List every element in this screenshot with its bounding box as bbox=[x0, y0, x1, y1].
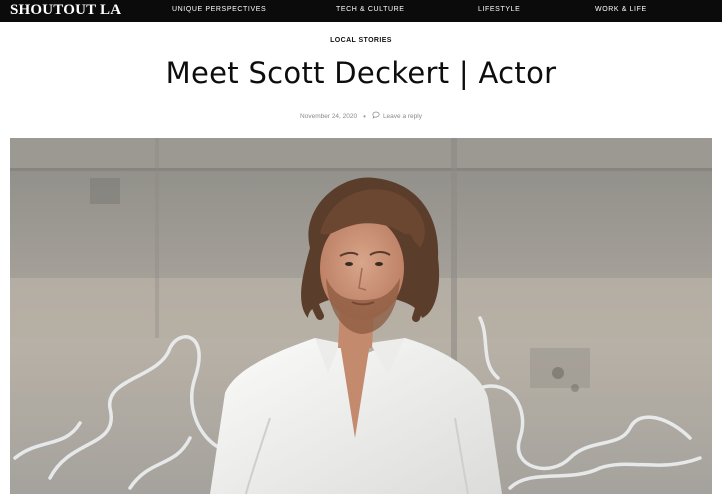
leave-reply-label: Leave a reply bbox=[382, 112, 422, 120]
nav-link-lifestyle[interactable]: LIFESTYLE bbox=[478, 6, 520, 13]
portrait-photo bbox=[10, 138, 712, 494]
nav-link-tech-culture[interactable]: TECH & CULTURE bbox=[336, 6, 405, 13]
article-category-link[interactable]: LOCAL STORIES bbox=[0, 37, 722, 44]
nav-link-unique-perspectives[interactable]: UNIQUE PERSPECTIVES bbox=[172, 6, 266, 13]
site-logo[interactable]: SHOUTOUT LA bbox=[10, 2, 121, 19]
article-date[interactable]: November 24, 2020 bbox=[300, 113, 357, 120]
leave-reply-link[interactable]: Leave a reply bbox=[372, 111, 422, 121]
article-title: Meet Scott Deckert | Actor bbox=[165, 56, 557, 90]
nav-link-work-life[interactable]: WORK & LIFE bbox=[595, 6, 647, 13]
hero-image bbox=[10, 138, 712, 494]
meta-separator: • bbox=[363, 111, 366, 121]
comment-icon bbox=[372, 111, 380, 121]
article-meta: November 24, 2020 • Leave a reply bbox=[0, 111, 722, 121]
top-navigation-bar: SHOUTOUT LA UNIQUE PERSPECTIVES TECH & C… bbox=[0, 0, 722, 22]
